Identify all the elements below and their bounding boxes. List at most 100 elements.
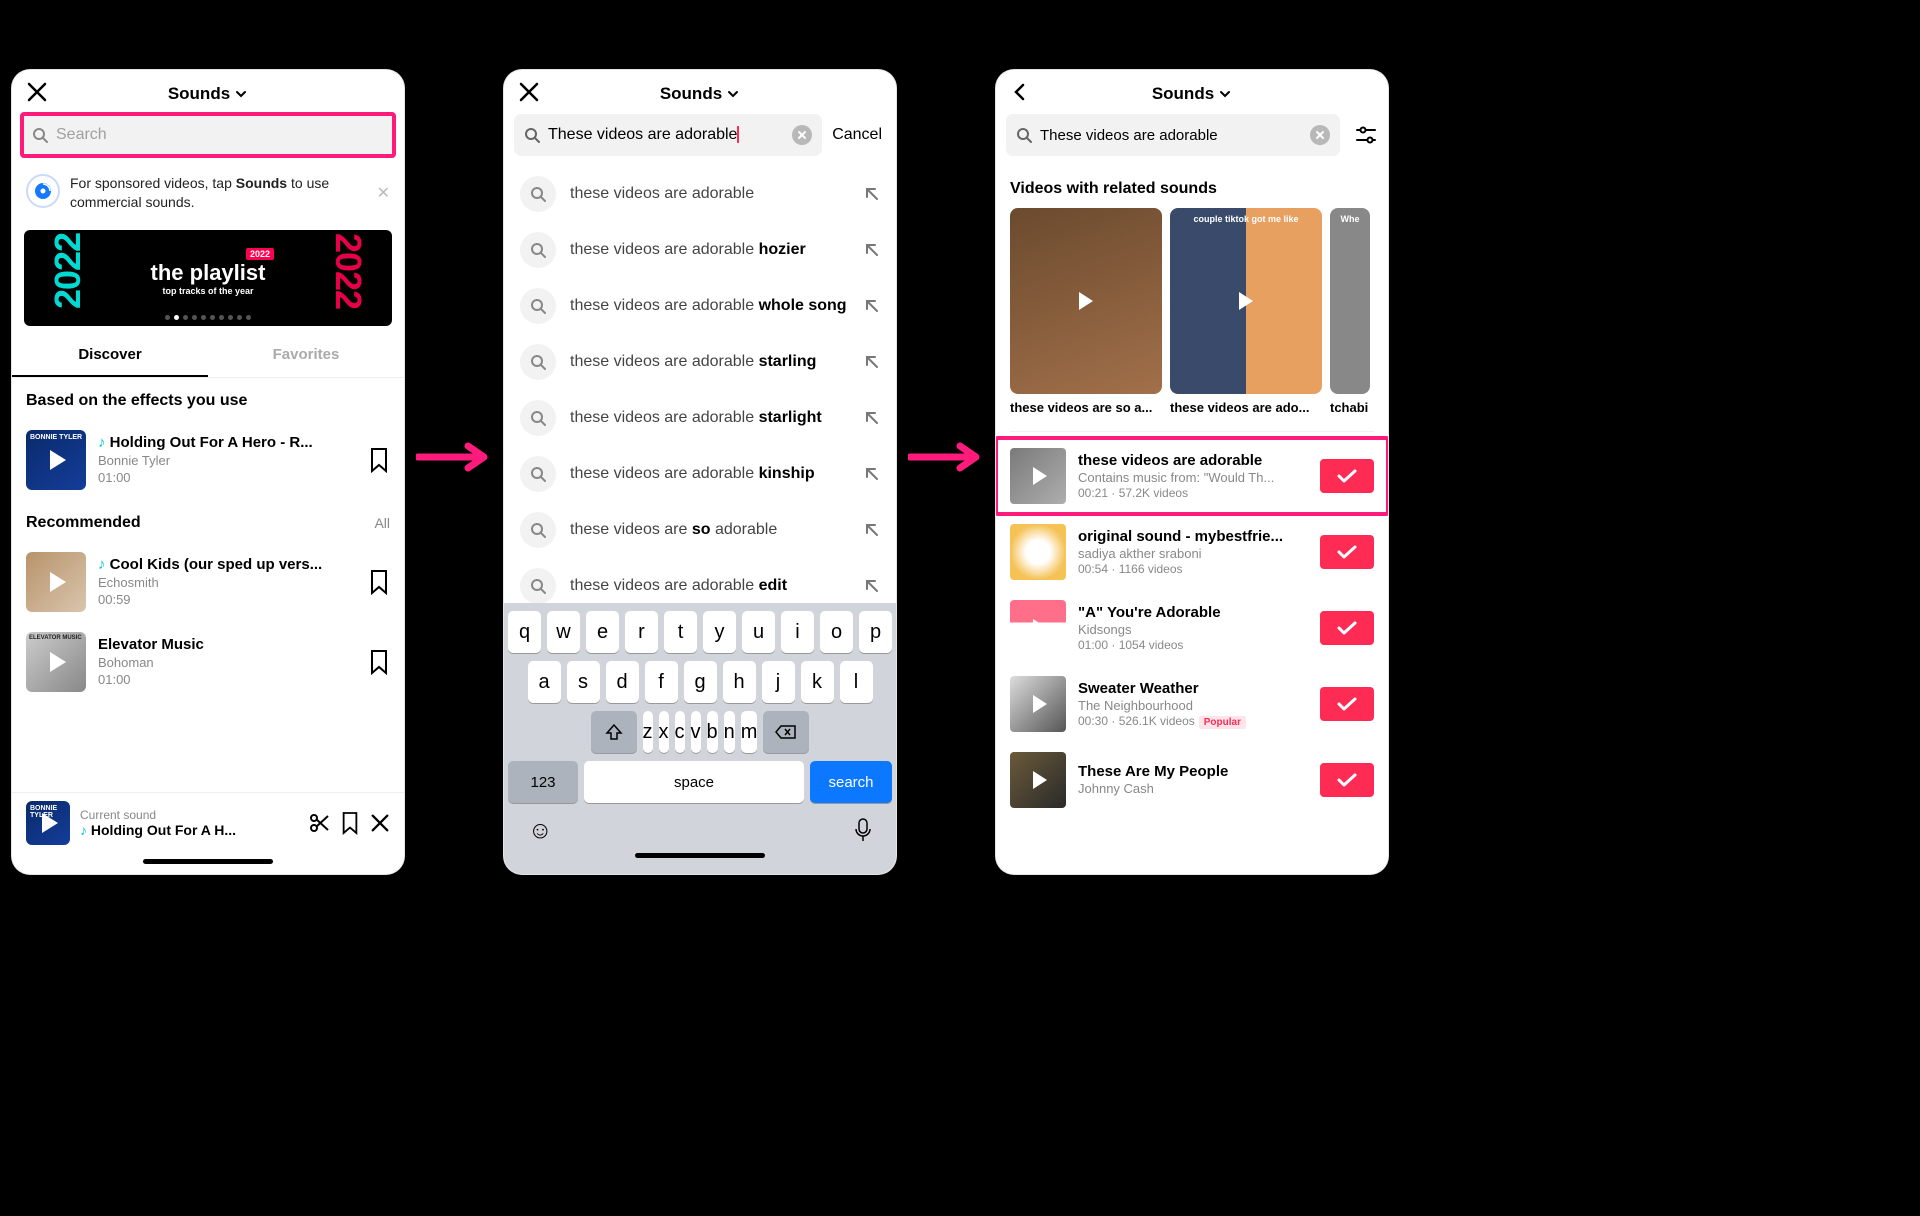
sound-result-row[interactable]: these videos are adorableContains music … bbox=[996, 438, 1388, 514]
key-x[interactable]: x bbox=[659, 711, 669, 753]
select-button[interactable] bbox=[1320, 763, 1374, 797]
sound-row[interactable]: ♪ Holding Out For A Hero - R... Bonnie T… bbox=[12, 420, 404, 500]
cancel-button[interactable]: Cancel bbox=[828, 126, 886, 144]
tab-favorites[interactable]: Favorites bbox=[208, 334, 404, 377]
player-thumbnail[interactable] bbox=[26, 801, 70, 845]
bookmark-icon[interactable] bbox=[368, 447, 390, 473]
filter-icon[interactable] bbox=[1354, 123, 1378, 147]
key-u[interactable]: u bbox=[742, 611, 775, 653]
insert-arrow-icon[interactable] bbox=[864, 354, 880, 370]
insert-arrow-icon[interactable] bbox=[864, 242, 880, 258]
sound-result-row[interactable]: original sound - mybestfrie...sadiya akt… bbox=[996, 514, 1388, 590]
search-input-highlighted[interactable] bbox=[22, 114, 394, 156]
sound-thumbnail[interactable] bbox=[26, 632, 86, 692]
search-suggestion[interactable]: these videos are adorable hozier bbox=[504, 222, 896, 278]
sound-result-row[interactable]: These Are My PeopleJohnny Cash bbox=[996, 742, 1388, 818]
key-c[interactable]: c bbox=[675, 711, 685, 753]
key-y[interactable]: y bbox=[703, 611, 736, 653]
select-button[interactable] bbox=[1320, 459, 1374, 493]
related-videos-scroller[interactable]: these videos are so a... couple tiktok g… bbox=[996, 208, 1388, 425]
key-a[interactable]: a bbox=[528, 661, 561, 703]
search-input-wrapper[interactable]: These videos are adorable bbox=[1006, 114, 1340, 156]
key-z[interactable]: z bbox=[643, 711, 653, 753]
numbers-key[interactable]: 123 bbox=[508, 761, 578, 803]
search-suggestion[interactable]: these videos are adorable bbox=[504, 166, 896, 222]
playlist-banner[interactable]: 2022 2022 2022 the playlist top tracks o… bbox=[24, 230, 392, 326]
key-t[interactable]: t bbox=[664, 611, 697, 653]
sound-thumbnail[interactable] bbox=[26, 430, 86, 490]
bookmark-icon[interactable] bbox=[340, 811, 360, 835]
insert-arrow-icon[interactable] bbox=[864, 186, 880, 202]
sound-result-row[interactable]: "A" You're AdorableKidsongs01:00 · 1054 … bbox=[996, 590, 1388, 666]
key-w[interactable]: w bbox=[547, 611, 580, 653]
search-input[interactable] bbox=[56, 126, 384, 144]
video-card[interactable]: couple tiktok got me like these videos a… bbox=[1170, 208, 1322, 415]
close-icon[interactable] bbox=[370, 813, 390, 833]
mic-key[interactable] bbox=[854, 817, 872, 843]
insert-arrow-icon[interactable] bbox=[864, 578, 880, 594]
key-j[interactable]: j bbox=[762, 661, 795, 703]
sound-thumbnail[interactable] bbox=[1010, 676, 1066, 732]
search-suggestion[interactable]: these videos are adorable starlight bbox=[504, 390, 896, 446]
sound-thumbnail[interactable] bbox=[1010, 752, 1066, 808]
key-n[interactable]: n bbox=[724, 711, 735, 753]
key-g[interactable]: g bbox=[684, 661, 717, 703]
key-e[interactable]: e bbox=[586, 611, 619, 653]
key-k[interactable]: k bbox=[801, 661, 834, 703]
insert-arrow-icon[interactable] bbox=[864, 298, 880, 314]
backspace-key[interactable] bbox=[763, 711, 809, 753]
search-input-wrapper[interactable]: These videos are adorable bbox=[514, 114, 822, 156]
sound-thumbnail[interactable] bbox=[1010, 448, 1066, 504]
search-suggestion[interactable]: these videos are adorable starling bbox=[504, 334, 896, 390]
search-suggestion[interactable]: these videos are adorable kinship bbox=[504, 446, 896, 502]
key-m[interactable]: m bbox=[741, 711, 758, 753]
video-card[interactable]: these videos are so a... bbox=[1010, 208, 1162, 415]
key-f[interactable]: f bbox=[645, 661, 678, 703]
clear-input-icon[interactable] bbox=[792, 125, 812, 145]
key-p[interactable]: p bbox=[859, 611, 892, 653]
shift-key[interactable] bbox=[591, 711, 637, 753]
close-icon[interactable] bbox=[26, 81, 48, 108]
page-title[interactable]: Sounds bbox=[168, 84, 248, 104]
video-card[interactable]: Whe tchabi bbox=[1330, 208, 1370, 415]
bookmark-icon[interactable] bbox=[368, 569, 390, 595]
close-tip-icon[interactable]: ✕ bbox=[377, 183, 390, 203]
sound-thumbnail[interactable] bbox=[1010, 600, 1066, 656]
scissors-icon[interactable] bbox=[308, 812, 330, 834]
key-o[interactable]: o bbox=[820, 611, 853, 653]
clear-input-icon[interactable] bbox=[1310, 125, 1330, 145]
select-button[interactable] bbox=[1320, 611, 1374, 645]
key-l[interactable]: l bbox=[840, 661, 873, 703]
search-suggestion[interactable]: these videos are so adorable bbox=[504, 502, 896, 558]
bookmark-icon[interactable] bbox=[368, 649, 390, 675]
select-button[interactable] bbox=[1320, 535, 1374, 569]
key-h[interactable]: h bbox=[723, 661, 756, 703]
key-r[interactable]: r bbox=[625, 611, 658, 653]
space-key[interactable]: space bbox=[584, 761, 804, 803]
search-suggestion[interactable]: these videos are adorable whole song bbox=[504, 278, 896, 334]
search-key[interactable]: search bbox=[810, 761, 892, 803]
sound-result-row[interactable]: Sweater WeatherThe Neighbourhood00:30 · … bbox=[996, 666, 1388, 742]
emoji-key[interactable]: ☺ bbox=[528, 817, 553, 845]
key-d[interactable]: d bbox=[606, 661, 639, 703]
insert-arrow-icon[interactable] bbox=[864, 410, 880, 426]
sound-thumbnail[interactable] bbox=[1010, 524, 1066, 580]
tab-discover[interactable]: Discover bbox=[12, 334, 208, 377]
page-title[interactable]: Sounds bbox=[1152, 84, 1232, 104]
close-icon[interactable] bbox=[518, 81, 540, 108]
back-icon[interactable] bbox=[1010, 82, 1030, 107]
sound-thumbnail[interactable] bbox=[26, 552, 86, 612]
select-button[interactable] bbox=[1320, 687, 1374, 721]
search-suggestion[interactable]: these videos are adorable edit bbox=[504, 558, 896, 603]
insert-arrow-icon[interactable] bbox=[864, 522, 880, 538]
key-b[interactable]: b bbox=[707, 711, 718, 753]
page-title[interactable]: Sounds bbox=[660, 84, 740, 104]
key-q[interactable]: q bbox=[508, 611, 541, 653]
insert-arrow-icon[interactable] bbox=[864, 466, 880, 482]
key-s[interactable]: s bbox=[567, 661, 600, 703]
sound-row[interactable]: ♪ Cool Kids (our sped up vers... Echosmi… bbox=[12, 542, 404, 622]
see-all-link[interactable]: All bbox=[374, 515, 390, 531]
sound-row[interactable]: Elevator Music Bohoman 01:00 bbox=[12, 622, 404, 702]
key-v[interactable]: v bbox=[691, 711, 701, 753]
key-i[interactable]: i bbox=[781, 611, 814, 653]
